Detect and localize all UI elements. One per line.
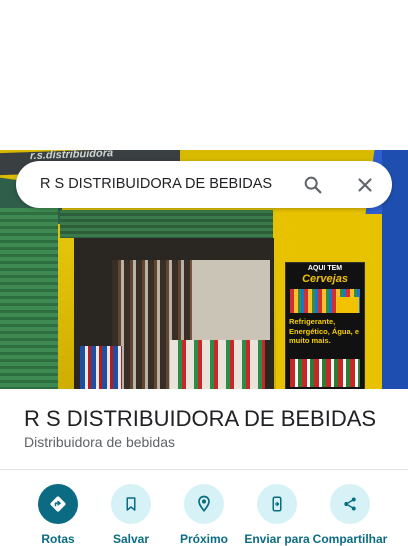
- place-title: R S DISTRIBUIDORA DE BEBIDAS: [24, 406, 377, 431]
- send-to-phone-label: Enviar para: [244, 532, 310, 546]
- poster-line-1: AQUI TEM: [307, 265, 343, 272]
- directions-icon: [38, 484, 78, 524]
- poster-can: [337, 297, 359, 313]
- nearby-button[interactable]: Próximo: [166, 484, 242, 546]
- share-icon: [330, 484, 370, 524]
- send-to-phone-button[interactable]: Enviar para: [239, 484, 315, 546]
- poster-line-3: Refrigerante, Energético, Água, e muito …: [289, 317, 360, 345]
- nearby-icon: [184, 484, 224, 524]
- directions-label: Rotas: [41, 532, 75, 546]
- directions-button[interactable]: Rotas: [20, 484, 96, 546]
- poster-bottles-bottom: [290, 359, 360, 387]
- storefront-left-shutter: [0, 208, 58, 389]
- bookmark-icon: [111, 484, 151, 524]
- divider: [0, 469, 408, 470]
- share-button[interactable]: Compartilhar: [312, 484, 388, 546]
- storefront-top-shutter: [60, 210, 273, 238]
- nearby-label: Próximo: [179, 532, 228, 546]
- search-input[interactable]: R S DISTRIBUIDORA DE BEBIDAS: [40, 176, 272, 192]
- close-icon[interactable]: [354, 174, 376, 196]
- poster-line-2: Cervejas: [302, 273, 348, 285]
- storefront-bottles: [80, 346, 122, 389]
- search-bar[interactable]: R S DISTRIBUIDORA DE BEBIDAS: [16, 161, 392, 208]
- storefront-poster: AQUI TEM Cervejas Refrigerante, Energéti…: [285, 262, 365, 389]
- send-to-phone-icon: [257, 484, 297, 524]
- share-label: Compartilhar: [312, 532, 388, 546]
- place-category[interactable]: Distribuidora de bebidas: [24, 434, 175, 450]
- search-icon[interactable]: [302, 174, 324, 196]
- storefront-inner-wall: [190, 260, 270, 340]
- storefront-crates: [170, 340, 265, 389]
- save-label: Salvar: [112, 532, 150, 546]
- save-button[interactable]: Salvar: [93, 484, 169, 546]
- top-blank-area: [0, 0, 408, 150]
